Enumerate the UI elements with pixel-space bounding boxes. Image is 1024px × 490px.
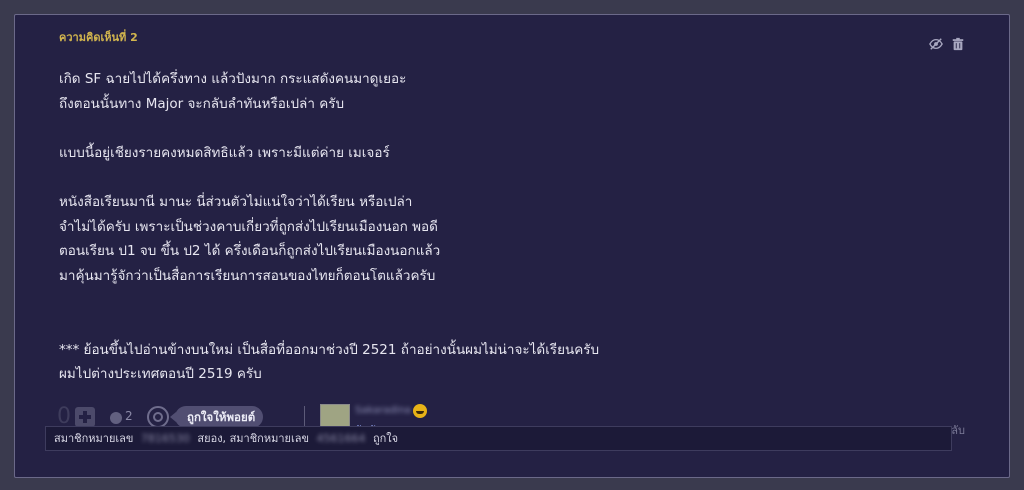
eye-slash-icon[interactable] (929, 37, 943, 51)
plus-vote-button[interactable] (75, 407, 95, 427)
member-id[interactable]: 7816530 (141, 432, 190, 445)
comment-line: จำไม่ได้ครับ เพราะเป็นช่วงคาบเกี่ยวที่ถู… (59, 218, 438, 235)
comment-line: หนังสือเรียนมานี มานะ นี่ส่วนตัวไม่แน่ใจ… (59, 193, 413, 210)
comment-line: ถึงตอนนั้นทาง Major จะกลับลำทันหรือเปล่า… (59, 95, 345, 112)
comment-line: ตอนเรียน ป1 จบ ขึ้น ป2 ได้ ครึ่งเดือนก็ถ… (59, 243, 441, 260)
comment-line: แบบนี้อยู่เชียงรายคงหมดสิทธิแล้ว เพราะมี… (59, 144, 390, 161)
member-prefix: สมาชิกหมายเลข (54, 432, 134, 445)
reactions-bar: สมาชิกหมายเลข 7816530 สยอง, สมาชิกหมายเล… (45, 426, 952, 451)
comment-line: มาคุ้นมารู้จักว่าเป็นสื่อการเรียนการสอนข… (59, 267, 436, 284)
comment-line: *** ย้อนขึ้นไปอ่านข้างบนใหม่ เป็นสื่อที่… (59, 341, 600, 358)
member-prefix: สมาชิกหมายเลข (229, 432, 309, 445)
emoji-icon[interactable] (110, 412, 122, 424)
reaction-action: ถูกใจ (372, 432, 399, 445)
emoji-count: 2 (125, 409, 133, 423)
trash-icon[interactable] (951, 37, 965, 51)
comment-line: ผมไปต่างประเทศตอนปี 2519 ครับ (59, 366, 262, 383)
reaction-action: สยอง, (197, 432, 227, 445)
comment-number-label: ความคิดเห็นที่ 2 (59, 31, 138, 44)
comment-body: เกิด SF ฉายไปได้ครึ่งทาง แล้วปังมาก กระแ… (59, 67, 959, 387)
emoticon-icon (413, 404, 427, 418)
comment-card: ความคิดเห็นที่ 2 เกิด SF ฉายไปได้ครึ่งทา… (14, 14, 1010, 478)
reaction-button-icon[interactable] (147, 406, 169, 428)
member-id[interactable]: 4561664 (316, 432, 365, 445)
reaction-tag[interactable]: ถูกใจให้พอยต์ (169, 406, 264, 428)
comment-tools (929, 37, 965, 51)
comment-line: เกิด SF ฉายไปได้ครึ่งทาง แล้วปังมาก กระแ… (59, 71, 407, 87)
username[interactable]: Sakaradina (355, 405, 411, 416)
